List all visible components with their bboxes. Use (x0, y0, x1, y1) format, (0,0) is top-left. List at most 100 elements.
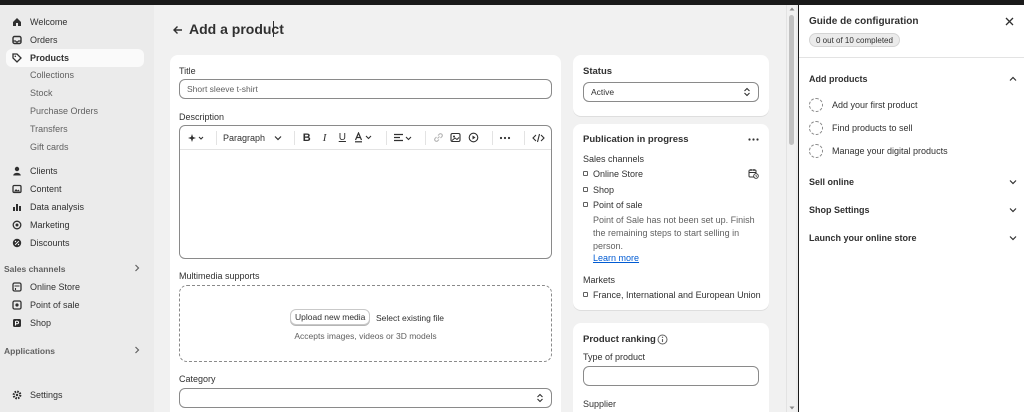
close-icon[interactable] (1005, 17, 1014, 26)
guide-section-sell-online[interactable]: Sell online (809, 177, 1017, 187)
ranking-title: Product ranking (583, 334, 656, 345)
divider (216, 130, 217, 145)
guide-section-shop-settings[interactable]: Shop Settings (809, 205, 1017, 215)
task-label: Manage your digital products (832, 146, 948, 156)
sidebar-item-content[interactable]: Content (6, 180, 144, 198)
sidebar-item-settings[interactable]: Settings (6, 386, 144, 404)
category-label: Category (179, 374, 216, 384)
sidebar-item-marketing[interactable]: Marketing (6, 216, 144, 234)
sidebar-item-label: Clients (30, 166, 58, 176)
select-arrows-icon (743, 87, 751, 97)
guide-section-launch-store[interactable]: Launch your online store (809, 233, 1017, 243)
paragraph-select[interactable]: Paragraph (223, 130, 282, 146)
insert-video-icon[interactable] (468, 130, 480, 146)
select-existing-button[interactable]: Select existing file (372, 310, 448, 326)
align-icon[interactable] (393, 130, 413, 146)
guide-section-label: Add products (809, 74, 868, 84)
sidebar-item-clients[interactable]: Clients (6, 162, 144, 180)
divider (386, 130, 388, 145)
sidebar-subitem-purchase-orders[interactable]: Purchase Orders (30, 106, 98, 116)
sidebar-section-sales-channels[interactable]: Sales channels (4, 264, 140, 274)
sidebar-item-label: Marketing (30, 220, 70, 230)
channel-bullet (583, 187, 588, 192)
pos-note-line: the remaining steps to start selling in (593, 228, 740, 238)
sidebar-item-label: Orders (30, 35, 58, 45)
title-input[interactable]: Short sleeve t-shirt (179, 79, 552, 99)
calendar-schedule-icon[interactable] (748, 168, 759, 179)
sales-channels-label: Sales channels (583, 154, 645, 164)
upload-media-button[interactable]: Upload new media (290, 309, 371, 325)
task-incomplete-circle[interactable] (809, 121, 823, 135)
underline-icon[interactable]: U (336, 130, 348, 146)
sidebar-item-products[interactable]: Products (6, 49, 144, 67)
publication-title: Publication in progress (583, 134, 689, 145)
divider (524, 130, 526, 145)
link-icon[interactable] (432, 130, 444, 146)
insert-image-icon[interactable] (450, 130, 462, 146)
sidebar-subitem-transfers[interactable]: Transfers (30, 124, 68, 134)
task-incomplete-circle[interactable] (809, 98, 823, 112)
status-select[interactable]: Active (583, 82, 759, 102)
media-dropzone[interactable]: Upload new media Select existing file Ac… (179, 285, 552, 362)
sidebar-item-orders[interactable]: Orders (6, 31, 144, 49)
tag-icon (12, 53, 22, 63)
pos-setup-note: Point of Sale has not been set up. Finis… (593, 214, 755, 253)
chevron-right-icon (134, 264, 140, 274)
text-color-icon[interactable] (354, 130, 374, 146)
title-label: Title (179, 66, 196, 76)
back-arrow-icon[interactable] (172, 24, 184, 36)
italic-icon[interactable]: I (319, 130, 331, 146)
learn-more-link[interactable]: Learn more (593, 253, 639, 263)
sidebar-subitem-collections[interactable]: Collections (30, 70, 74, 80)
bold-icon[interactable]: B (301, 130, 313, 146)
sidebar-item-label: Online Store (30, 282, 81, 292)
guide-task-add-first-product[interactable]: Add your first product (809, 98, 918, 112)
media-hint: Accepts images, videos or 3D models (294, 331, 437, 341)
chevron-down-icon (1009, 207, 1017, 213)
market-bullet (583, 292, 588, 297)
page-title: Add a product (189, 21, 284, 37)
pos-note-line: person. (593, 241, 624, 251)
code-view-icon[interactable] (531, 130, 545, 146)
sidebar-item-data-analysis[interactable]: Data analysis (6, 198, 144, 216)
chevron-down-icon (1009, 179, 1017, 185)
sidebar-item-online-store[interactable]: Online Store (6, 278, 144, 296)
sidebar-item-welcome[interactable]: Welcome (6, 13, 144, 31)
scroll-thumb[interactable] (789, 15, 794, 145)
status-title: Status (583, 66, 613, 77)
sidebar-item-label: Welcome (30, 17, 68, 27)
task-label: Add your first product (832, 100, 918, 110)
sidebar-section-applications[interactable]: Applications (4, 346, 140, 356)
gear-icon (12, 390, 22, 400)
type-of-product-input[interactable] (583, 366, 759, 386)
more-horizontal-icon[interactable] (748, 138, 759, 141)
guide-task-find-products[interactable]: Find products to sell (809, 121, 913, 135)
publication-card: Publication in progress Sales channels O… (573, 124, 769, 310)
info-icon[interactable] (657, 334, 668, 345)
sidebar-item-label: Shop (30, 318, 52, 328)
main-scrollbar[interactable] (786, 5, 796, 412)
description-editor[interactable]: Paragraph B I U (179, 125, 552, 259)
scroll-up-icon[interactable] (789, 7, 795, 11)
more-options-icon[interactable] (499, 130, 513, 146)
sidebar-item-point-of-sale[interactable]: Point of sale (6, 296, 144, 314)
sidebar-subitem-gift-cards[interactable]: Gift cards (30, 142, 69, 152)
task-incomplete-circle[interactable] (809, 144, 823, 158)
image-icon (12, 184, 22, 194)
sidebar-item-label: Products (30, 53, 70, 63)
channel-online-store: Online Store (593, 169, 644, 179)
paragraph-label: Paragraph (222, 132, 266, 143)
scroll-down-icon[interactable] (789, 406, 795, 410)
guide-section-add-products[interactable]: Add products (809, 74, 1017, 84)
chevron-down-icon (1009, 235, 1017, 241)
chevron-down-icon (274, 135, 282, 141)
sidebar-item-label: Settings (30, 390, 63, 400)
sidebar-subitem-stock[interactable]: Stock (30, 88, 53, 98)
sidebar-item-shop[interactable]: Shop (6, 314, 144, 332)
guide-task-digital-products[interactable]: Manage your digital products (809, 144, 948, 158)
category-select[interactable] (179, 388, 552, 408)
sidebar-item-discounts[interactable]: Discounts (6, 234, 144, 252)
main-content: Add a product Title Short sleeve t-shirt… (154, 5, 786, 412)
text-cursor (273, 21, 274, 37)
ai-sparkle-icon[interactable] (188, 130, 204, 146)
